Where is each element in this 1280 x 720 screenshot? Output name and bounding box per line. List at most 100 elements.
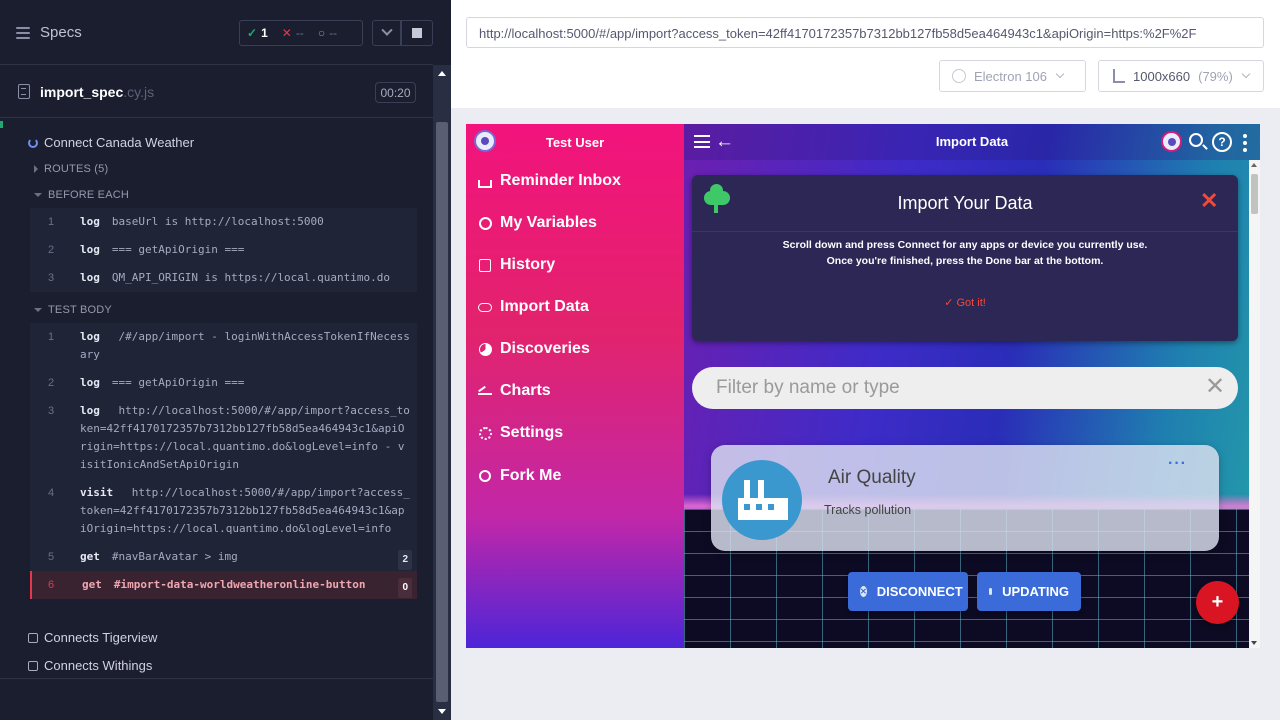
command-row[interactable]: 1 log baseUrl is http://localhost:5000	[30, 208, 417, 236]
menu-item-label: Reminder Inbox	[500, 172, 621, 189]
viewport-selector[interactable]: 1000x660 (79%)	[1098, 60, 1264, 92]
clear-icon[interactable]: ✕	[1205, 375, 1225, 399]
command-number: 6	[48, 579, 55, 591]
command-row[interactable]: 5 get #navBarAvatar > img 2	[30, 543, 417, 571]
command-row[interactable]: 2 log === getApiOrigin ===	[30, 369, 417, 397]
import-help-card: Import Your Data ✕ Scroll down and press…	[692, 175, 1238, 341]
menu-item-label: History	[500, 256, 556, 273]
running-spinner-icon	[28, 137, 38, 148]
routes-section[interactable]: ROUTES (5)	[34, 163, 108, 175]
failed-command-row[interactable]: 6 get #import-data-worldweatheronline-butt…	[30, 571, 417, 599]
failed-count: --	[295, 26, 304, 40]
test-body-commands: 1 log /#/app/import - loginWithAccessToke…	[30, 323, 417, 599]
current-test-title[interactable]: Connect Canada Weather	[28, 135, 194, 150]
viewport-size: 1000x660	[1133, 68, 1191, 84]
connector-name: Air Quality	[828, 467, 916, 488]
scroll-thumb[interactable]	[436, 122, 448, 702]
cypress-reporter: Specs ✓ 1 ✕ -- ○ -- import_spec.cy.js 00…	[0, 0, 451, 720]
chevron-down-icon	[1241, 69, 1251, 79]
scroll-up-icon[interactable]	[438, 71, 446, 76]
reporter-runnables: Connect Canada Weather ROUTES (5) BEFORE…	[0, 119, 433, 720]
menu-item-label: Charts	[500, 382, 551, 399]
next-test-title[interactable]: Connects Withings	[28, 658, 152, 673]
command-row[interactable]: 3 log http://localhost:5000/#/app/import?…	[30, 397, 417, 479]
filter-bar: ✕	[692, 367, 1238, 409]
instruction-line: Once you're finished, press the Done bar…	[826, 255, 1104, 267]
ruler-icon	[1113, 69, 1125, 83]
menu-item-label: Settings	[500, 424, 564, 441]
connector-card[interactable]: Air Quality Tracks pollution ···	[711, 445, 1219, 551]
instruction-line: Scroll down and press Connect for any ap…	[782, 239, 1148, 251]
menu-item-label: Import Data	[500, 298, 589, 315]
current-test-label: Connect Canada Weather	[44, 135, 195, 150]
more-horizontal-icon[interactable]: ···	[1168, 456, 1187, 472]
command-message: visit http://localhost:5000/#/app/import…	[80, 484, 417, 538]
menu-item-label: Discoveries	[500, 340, 590, 357]
collapse-button[interactable]	[372, 20, 401, 46]
browser-label: Electron 106	[974, 68, 1047, 84]
app-header: ← Import Data ?	[684, 124, 1260, 160]
test-body-section[interactable]: TEST BODY	[34, 304, 112, 316]
menu-item-charts[interactable]: Charts	[478, 382, 551, 400]
add-fab-button[interactable]: +	[1196, 581, 1239, 624]
test-body-label: TEST BODY	[48, 304, 112, 316]
menu-item-import-data[interactable]: Import Data	[478, 298, 589, 316]
scroll-up-icon[interactable]	[1251, 163, 1257, 167]
command-name: log	[80, 271, 100, 284]
app-scrollbar[interactable]	[1249, 160, 1260, 648]
stop-button[interactable]	[401, 20, 433, 46]
got-it-label: Got it!	[956, 297, 986, 309]
electron-icon	[952, 69, 966, 83]
menu-item-my-variables[interactable]: My Variables	[478, 214, 597, 232]
close-icon[interactable]: ✕	[1200, 190, 1218, 212]
command-row[interactable]: 2 log === getApiOrigin ===	[30, 236, 417, 264]
next-test-label: Connects Tigerview	[44, 630, 158, 645]
search-icon[interactable]	[1189, 133, 1203, 147]
menu-item-reminder-inbox[interactable]: Reminder Inbox	[478, 172, 621, 190]
updating-button[interactable]: UPDATING	[977, 572, 1081, 611]
pending-test-icon	[28, 632, 38, 643]
command-number: 3	[48, 272, 55, 284]
command-row[interactable]: 1 log /#/app/import - loginWithAccessToke…	[30, 323, 417, 369]
menu-item-fork-me[interactable]: Fork Me	[478, 467, 561, 485]
scroll-down-icon[interactable]	[438, 709, 446, 714]
command-number: 3	[48, 405, 55, 417]
before-each-section[interactable]: BEFORE EACH	[34, 189, 129, 201]
viewport-scale: (79%)	[1198, 68, 1233, 84]
browser-selector[interactable]: Electron 106	[939, 60, 1086, 92]
nav-bar-avatar[interactable]	[1161, 131, 1182, 152]
runner-pane: http://localhost:5000/#/app/import?acces…	[451, 0, 1280, 720]
command-row[interactable]: 3 log QM_API_ORIGIN is https://local.quant…	[30, 264, 417, 292]
got-it-button[interactable]: ✓ Got it!	[692, 296, 1238, 309]
scroll-thumb[interactable]	[1251, 174, 1258, 214]
inbox-icon	[478, 174, 492, 188]
disconnect-button[interactable]: ✕ DISCONNECT	[848, 572, 968, 611]
app-content: ← Import Data ? Import Your Data ✕ Scrol…	[684, 124, 1260, 648]
filter-input[interactable]	[716, 377, 1176, 399]
before-each-label: BEFORE EACH	[48, 189, 130, 201]
next-test-title[interactable]: Connects Tigerview	[28, 630, 157, 645]
more-vertical-icon[interactable]	[1243, 134, 1247, 152]
caret-down-icon	[34, 193, 42, 197]
command-message: #import-data-worldweatheronline-button	[113, 578, 366, 591]
passed-count: 1	[261, 26, 268, 40]
globe-icon	[478, 216, 492, 230]
specs-toggle-button[interactable]: Specs	[16, 24, 82, 41]
command-number: 4	[48, 487, 55, 499]
menu-item-label: My Variables	[500, 214, 597, 231]
command-row[interactable]: 4 visit http://localhost:5000/#/app/impor…	[30, 479, 417, 543]
menu-item-history[interactable]: History	[478, 256, 555, 274]
menu-item-settings[interactable]: Settings	[478, 424, 563, 442]
passed-stat: ✓ 1	[247, 26, 268, 40]
spec-file-row[interactable]: import_spec.cy.js 00:20	[0, 65, 433, 118]
menu-item-discoveries[interactable]: Discoveries	[478, 340, 590, 358]
reporter-scrollbar[interactable]	[433, 65, 451, 720]
scroll-down-icon[interactable]	[1251, 641, 1257, 645]
robot-icon	[1167, 137, 1176, 146]
spec-base-name: import_spec	[40, 84, 124, 100]
help-icon[interactable]: ?	[1212, 132, 1232, 152]
command-name: log	[80, 404, 100, 417]
divider	[0, 678, 433, 679]
aut-url-bar[interactable]: http://localhost:5000/#/app/import?acces…	[466, 17, 1264, 48]
chevron-down-icon	[380, 24, 393, 36]
